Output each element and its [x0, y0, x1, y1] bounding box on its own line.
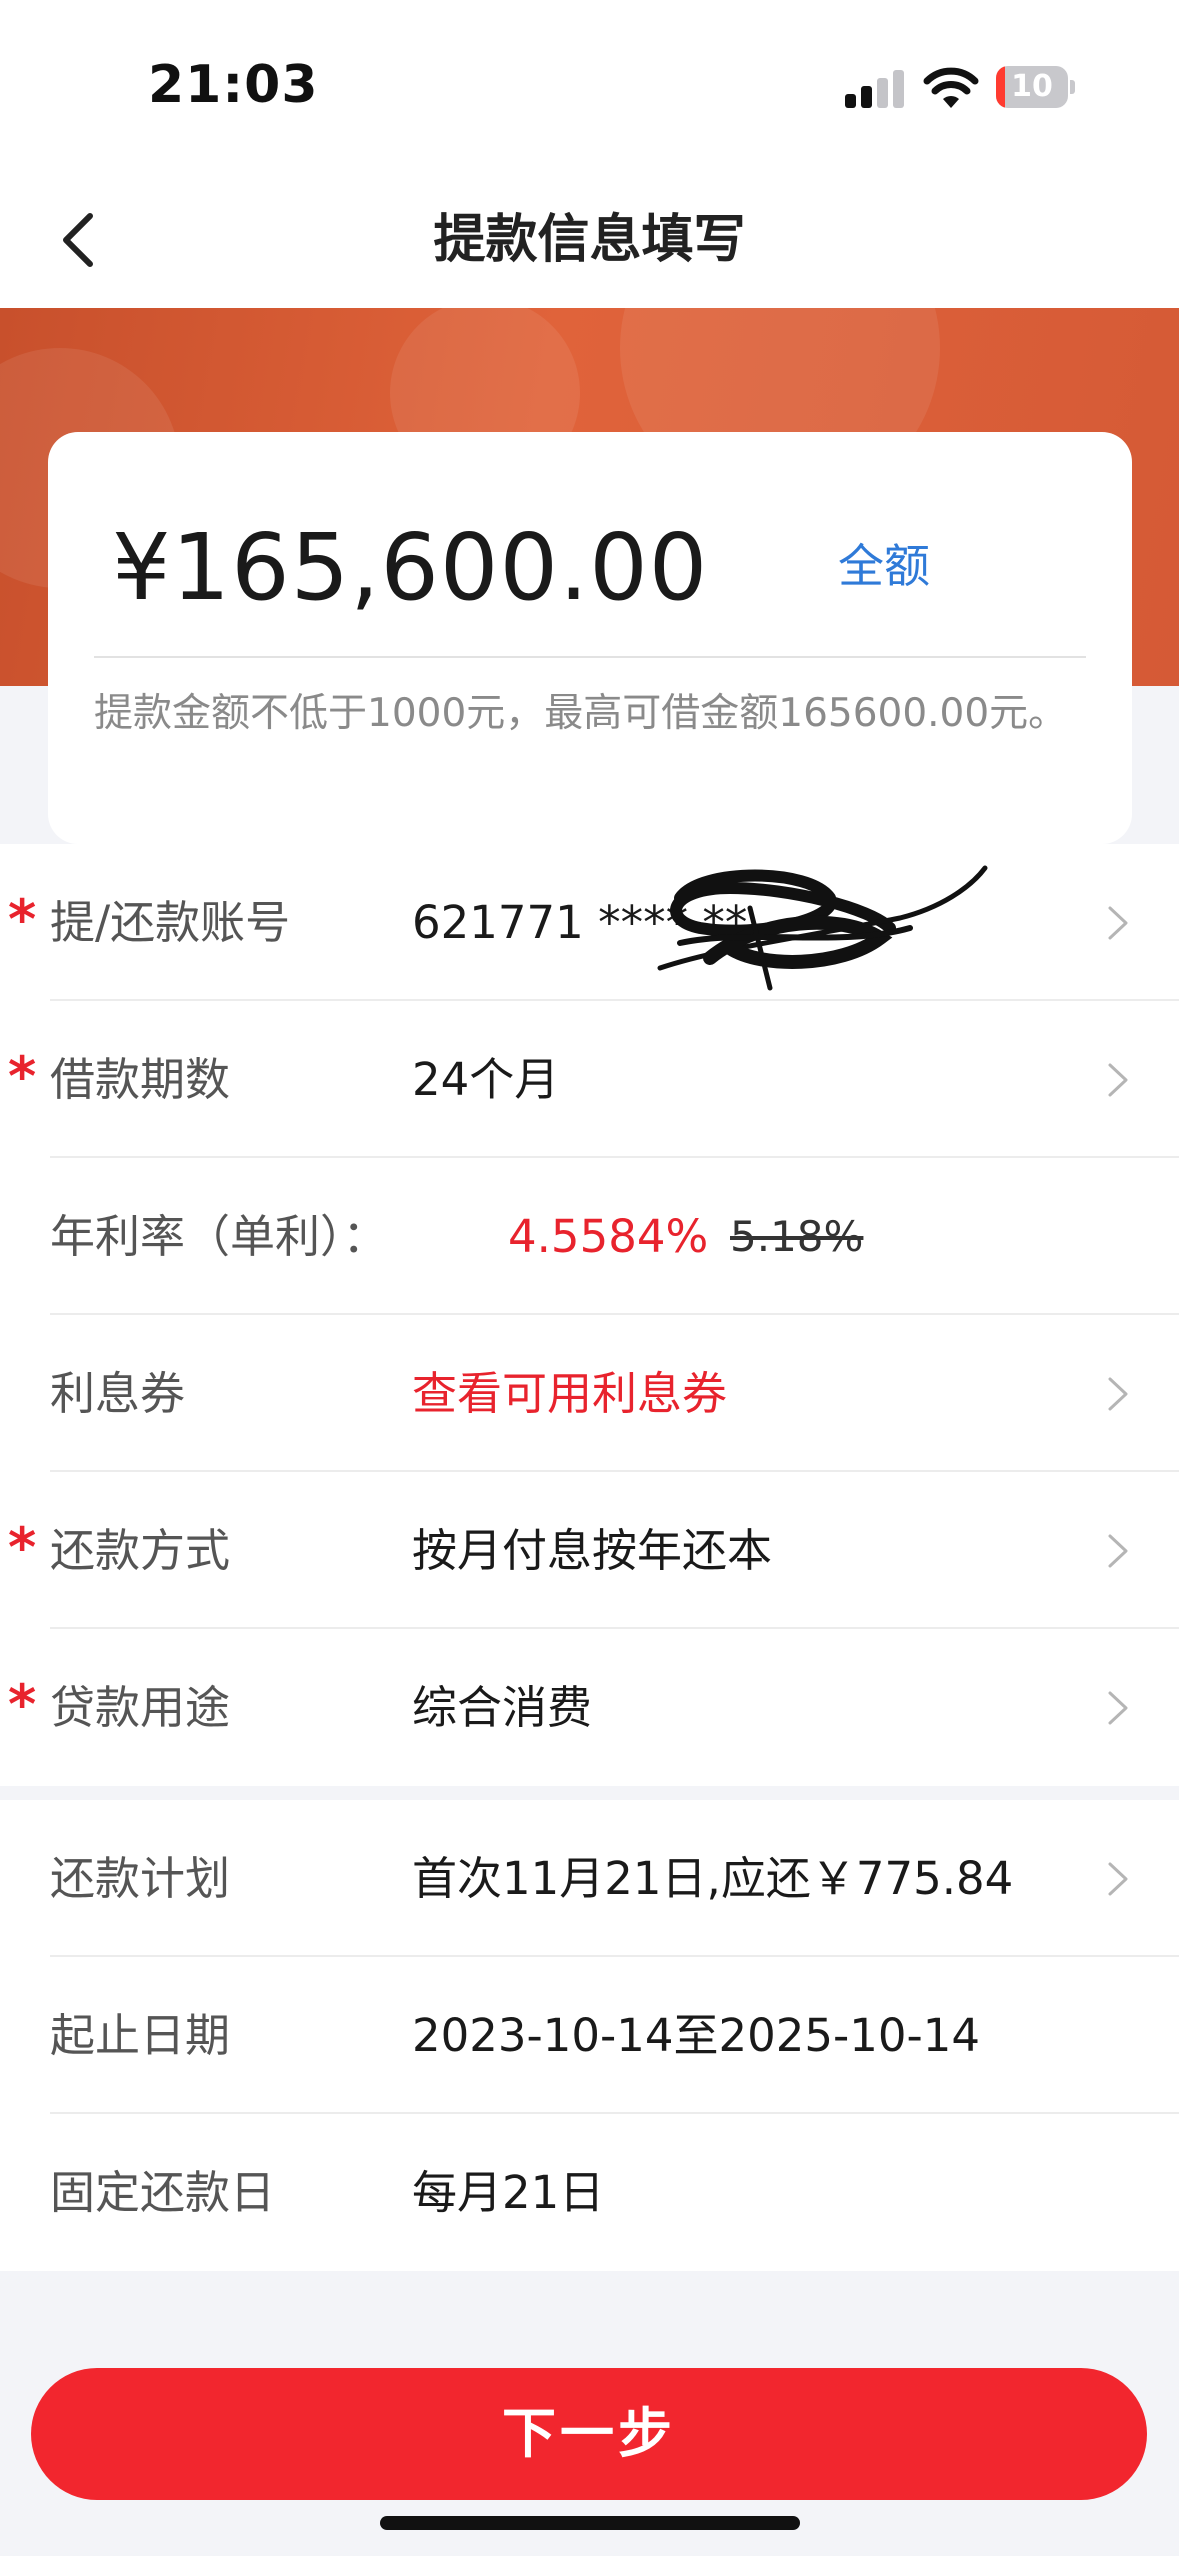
redaction-scribble	[657, 865, 988, 991]
coupon-row[interactable]: 利息券 查看可用利息券	[0, 1315, 1179, 1472]
term-value: 24个月	[412, 1053, 560, 1106]
required-mark: *	[8, 1516, 37, 1579]
chevron-right-icon	[1108, 906, 1128, 940]
rate-original: 5.18%	[730, 1212, 864, 1261]
amount-card: ¥165,600.00 全额 提款金额不低于1000元，最高可借金额165600…	[48, 432, 1132, 844]
rate-current: 4.5584%	[508, 1210, 709, 1263]
chevron-right-icon	[1108, 1377, 1128, 1411]
back-arrow-icon[interactable]	[48, 202, 108, 278]
required-mark: *	[8, 1045, 37, 1108]
rate-row: 年利率（单利）： 4.5584% 5.18%	[0, 1158, 1179, 1315]
amount-hint: 提款金额不低于1000元，最高可借金额165600.00元。	[94, 691, 1068, 736]
repay-method-row[interactable]: * 还款方式 按月付息按年还本	[0, 1472, 1179, 1629]
period-value: 2023-10-14至2025-10-14	[412, 2009, 981, 2062]
repay-method-value: 按月付息按年还本	[412, 1524, 773, 1577]
repayment-schedule: 还款计划 首次11月21日,应还￥775.84 起止日期 2023-10-14至…	[0, 1800, 1179, 2271]
full-amount-button[interactable]: 全额	[838, 530, 930, 596]
nav-bar: 提款信息填写	[0, 172, 1179, 308]
chevron-right-icon	[1108, 1862, 1128, 1896]
home-indicator	[380, 2516, 800, 2530]
required-mark: *	[8, 888, 37, 951]
purpose-row[interactable]: * 贷款用途 综合消费	[0, 1629, 1179, 1786]
fixed-day-label: 固定还款日	[50, 2166, 276, 2219]
status-time: 21:03	[148, 55, 319, 115]
chevron-right-icon	[1108, 1534, 1128, 1568]
withdraw-amount[interactable]: ¥165,600.00	[112, 514, 708, 621]
chevron-right-icon	[1108, 1063, 1128, 1097]
loan-form: * 提/还款账号 621771 **** ** * 借款期数 24个月 年利率（…	[0, 844, 1179, 1786]
battery-level: 10	[1011, 69, 1053, 104]
repay-plan-label: 还款计划	[50, 1852, 231, 1905]
purpose-value: 综合消费	[412, 1681, 593, 1734]
battery-icon: 10	[996, 66, 1076, 108]
divider	[94, 656, 1086, 658]
purpose-label: 贷款用途	[50, 1681, 231, 1734]
repay-method-label: 还款方式	[50, 1524, 231, 1577]
coupon-link[interactable]: 查看可用利息券	[412, 1315, 727, 1472]
signal-icon	[845, 70, 907, 108]
fixed-day-value: 每月21日	[412, 2166, 605, 2219]
term-row[interactable]: * 借款期数 24个月	[0, 1001, 1179, 1158]
status-bar: 21:03 10	[0, 0, 1179, 172]
coupon-label: 利息券	[50, 1367, 186, 1420]
required-mark: *	[8, 1673, 37, 1736]
page-title: 提款信息填写	[433, 210, 746, 270]
repay-plan-row[interactable]: 还款计划 首次11月21日,应还￥775.84	[0, 1800, 1179, 1957]
period-label: 起止日期	[50, 2009, 231, 2062]
repay-plan-value: 首次11月21日,应还￥775.84	[412, 1852, 1014, 1905]
period-row: 起止日期 2023-10-14至2025-10-14	[0, 1957, 1179, 2114]
fixed-day-row: 固定还款日 每月21日	[0, 2114, 1179, 2271]
chevron-right-icon	[1108, 1691, 1128, 1725]
term-label: 借款期数	[50, 1053, 231, 1106]
wifi-icon	[923, 67, 979, 108]
rate-label: 年利率（单利）：	[50, 1210, 388, 1263]
account-row[interactable]: * 提/还款账号 621771 **** **	[0, 844, 1179, 1001]
account-label: 提/还款账号	[50, 896, 291, 949]
next-step-button[interactable]: 下一步	[31, 2368, 1147, 2500]
